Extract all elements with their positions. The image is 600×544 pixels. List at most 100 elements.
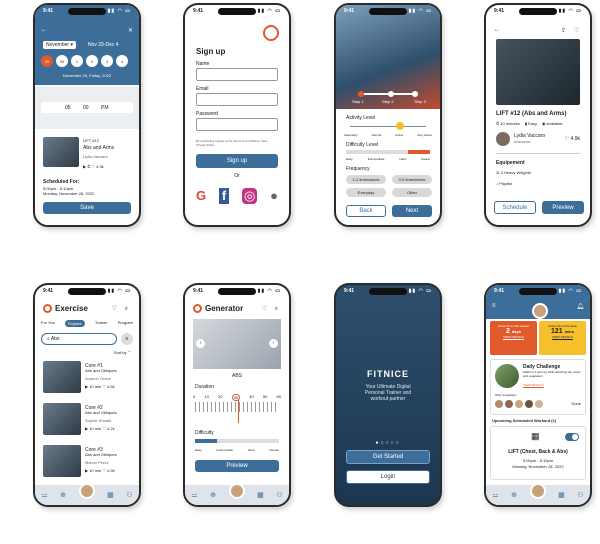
password-field[interactable]: [196, 118, 278, 131]
email-field[interactable]: [196, 93, 278, 106]
terms-text[interactable]: By continuing I agree to the Terms & Con…: [196, 139, 278, 148]
generator-icon[interactable]: ⊕: [210, 491, 216, 499]
facebook-icon[interactable]: f: [218, 188, 230, 204]
avatar[interactable]: [496, 132, 510, 146]
filter-icon[interactable]: ≡: [121, 333, 133, 345]
next-button[interactable]: Next: [392, 205, 432, 217]
stat-card-week[interactable]: Active Time this week 121 mins VIEW DETA…: [539, 321, 586, 355]
ampm-value[interactable]: PM: [101, 105, 109, 111]
dumbbell-icon[interactable]: ⚍: [41, 491, 47, 499]
add-user-icon[interactable]: ⚇: [577, 491, 583, 499]
day-chip[interactable]: 2: [86, 55, 98, 67]
save-button[interactable]: Save: [43, 202, 131, 214]
likes-count[interactable]: ♡ 4.9k: [565, 136, 580, 142]
workout-title: LIFT (Chest, Back & Abs): [508, 449, 568, 455]
chevron-right-icon[interactable]: ›: [269, 339, 278, 348]
phone-preferences: 9:41 ▮▮ ◠ ▭ Step 1 Step 2 Step 3 Activity…: [334, 3, 442, 227]
trainer-role: Instructor: [514, 139, 531, 144]
card-thumbnail[interactable]: [43, 403, 81, 435]
time-picker[interactable]: 05 00 PM: [35, 87, 139, 129]
card-thumbnail[interactable]: [43, 445, 81, 477]
get-started-button[interactable]: Get Started: [346, 450, 430, 464]
day-chip[interactable]: 4: [116, 55, 128, 67]
daily-challenge-card[interactable]: Daily Challenge Walk for a journey while…: [490, 359, 586, 415]
completed-label: Who completed:: [495, 393, 517, 397]
schedule-button[interactable]: Schedule: [494, 201, 536, 214]
dumbbell-icon[interactable]: ⚍: [492, 491, 498, 499]
signup-button[interactable]: Sign up: [196, 154, 278, 168]
day-chip[interactable]: 30: [56, 55, 68, 67]
challenge-link[interactable]: VIEW DETAILS: [523, 383, 544, 387]
frequency-option[interactable]: 1-2 times/week: [346, 175, 386, 184]
duration-ticks[interactable]: 0 10 20 30 40 50 60: [193, 394, 281, 401]
back-button[interactable]: Back: [346, 205, 386, 217]
instagram-icon[interactable]: ◎: [242, 188, 258, 204]
page-title: Generator: [205, 304, 244, 313]
dumbbell-icon[interactable]: ⚍: [191, 491, 197, 499]
card-trainer: Sophie Ronald: [85, 418, 112, 423]
reminder-toggle[interactable]: [565, 433, 579, 441]
workout-date: Monday, November 28, 2022: [512, 464, 564, 469]
minute-value[interactable]: 00: [83, 105, 89, 111]
heart-icon[interactable]: ♡ ⌕: [112, 305, 131, 313]
duration-indicator[interactable]: [238, 399, 239, 423]
password-label: Password: [196, 111, 218, 117]
scheduled-label: Scheduled For:: [43, 179, 80, 185]
upcoming-workout-card[interactable]: ▦ LIFT (Chest, Back & Abs) 5:00pm - 5:10…: [490, 426, 586, 480]
bell-icon[interactable]: 🔔︎: [576, 303, 584, 310]
apple-icon[interactable]: ●: [270, 188, 278, 204]
back-arrow-icon[interactable]: ←: [494, 27, 500, 33]
activity-thumb[interactable]: [396, 122, 404, 130]
preview-button[interactable]: Preview: [542, 201, 584, 214]
frequency-option[interactable]: 3-5 times/week: [392, 175, 432, 184]
week-range[interactable]: Nov 29-Dec 4: [88, 42, 119, 48]
frequency-option[interactable]: Everyday: [346, 188, 386, 197]
month-dropdown[interactable]: November ▾: [43, 41, 76, 49]
add-user-icon[interactable]: ⚇: [126, 491, 132, 499]
google-icon[interactable]: G: [196, 188, 206, 204]
difficulty-bar[interactable]: [195, 439, 279, 443]
card-thumbnail[interactable]: [43, 361, 81, 393]
duration-ruler[interactable]: [195, 402, 279, 412]
sort-dropdown[interactable]: Sort by ⌃: [114, 350, 131, 356]
workout-thumbnail[interactable]: [43, 137, 79, 167]
tab-program[interactable]: Program: [118, 320, 133, 327]
tab-explore[interactable]: Explore: [65, 320, 85, 327]
activity-options: Sedentary Normal Active Very Active: [344, 133, 432, 137]
add-user-icon[interactable]: ⚇: [276, 491, 282, 499]
login-button[interactable]: Login: [346, 470, 430, 484]
back-arrow-icon[interactable]: ←: [41, 27, 47, 33]
tab-trainer[interactable]: Trainer: [95, 320, 108, 327]
preview-button[interactable]: Preview: [195, 460, 279, 472]
avatar: [495, 400, 503, 408]
hour-value[interactable]: 05: [65, 105, 71, 111]
calendar-icon[interactable]: ▦: [558, 491, 565, 499]
avatar[interactable]: [532, 303, 548, 319]
day-chip[interactable]: 3: [101, 55, 113, 67]
heart-icon[interactable]: ♡ ⌕: [262, 305, 281, 313]
day-chip[interactable]: 1: [71, 55, 83, 67]
frequency-option[interactable]: Other: [392, 188, 432, 197]
play-icon[interactable]: ▶ ⏱ ♡ 4.9k: [83, 164, 104, 170]
calendar-icon[interactable]: ▦: [107, 491, 114, 499]
card-subtitle: Abs and Obliques: [85, 452, 117, 457]
playlist-item[interactable]: ♪ Playlist: [496, 181, 512, 187]
stat-card-season[interactable]: Active Time this season 2 days VIEW DETA…: [490, 321, 537, 355]
activity-slider[interactable]: [350, 126, 426, 127]
difficulty-bar[interactable]: [346, 150, 430, 154]
share-icon[interactable]: ⇪ ♡: [561, 27, 582, 34]
close-icon[interactable]: ✕: [128, 27, 133, 34]
calendar-icon[interactable]: ▦: [257, 491, 264, 499]
profile-avatar[interactable]: [228, 483, 245, 499]
profile-avatar[interactable]: [529, 483, 546, 499]
notch: [369, 8, 407, 15]
tab-for-you[interactable]: For You: [41, 320, 55, 327]
name-field[interactable]: [196, 68, 278, 81]
day-chip[interactable]: 29: [41, 55, 53, 67]
generator-icon[interactable]: ⊕: [60, 491, 66, 499]
menu-icon[interactable]: ≡: [492, 303, 496, 309]
profile-avatar[interactable]: [78, 483, 95, 499]
search-input[interactable]: ⌕ Abs: [41, 333, 117, 345]
chevron-left-icon[interactable]: ‹: [196, 339, 205, 348]
generator-icon[interactable]: ⊕: [511, 491, 517, 499]
